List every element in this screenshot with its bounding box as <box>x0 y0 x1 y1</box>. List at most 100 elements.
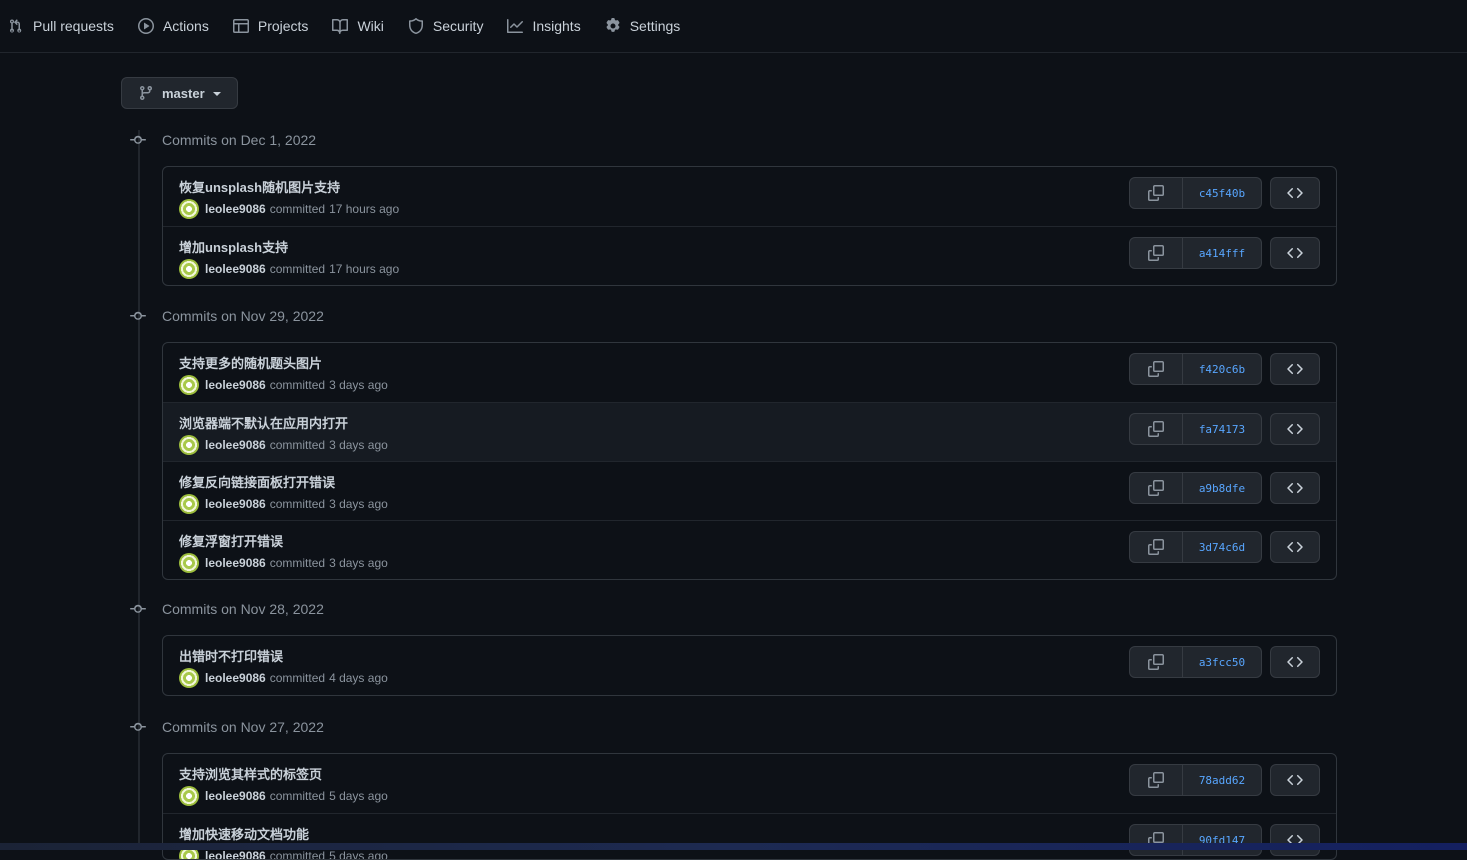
commit-message-link[interactable]: 修复浮窗打开错误 <box>179 531 283 550</box>
copy-sha-button[interactable] <box>1129 472 1183 504</box>
commit-sha-link[interactable]: c45f40b <box>1183 177 1262 209</box>
commit-author-link[interactable]: leolee9086 <box>205 556 266 570</box>
tab-actions[interactable]: Actions <box>137 0 209 53</box>
commit-verb: committed <box>269 671 326 685</box>
commit-message-link[interactable]: 恢复unsplash随机图片支持 <box>179 177 340 196</box>
copy-sha-button[interactable] <box>1129 764 1183 796</box>
commit-message-link[interactable]: 增加快速移动文档功能 <box>179 824 309 843</box>
commit-actions: a3fcc50 <box>1129 646 1320 678</box>
commit-group-date: Commits on Nov 29, 2022 <box>162 308 324 324</box>
commit-row: 修复浮窗打开错误 leolee9086 committed 3 days ago 3d7… <box>163 520 1336 579</box>
browse-files-button[interactable] <box>1270 646 1320 678</box>
commit-message-link[interactable]: 支持浏览其样式的标签页 <box>179 764 322 783</box>
commit-group-date: Commits on Nov 28, 2022 <box>162 601 324 617</box>
commit-sha-link[interactable]: a414fff <box>1183 237 1262 269</box>
commit-message-link[interactable]: 支持更多的随机题头图片 <box>179 353 322 372</box>
caret-down-icon <box>212 92 221 96</box>
copy-sha-button[interactable] <box>1129 531 1183 563</box>
browse-files-button[interactable] <box>1270 237 1320 269</box>
avatar[interactable] <box>179 494 199 514</box>
commit-verb: committed <box>269 262 326 276</box>
commit-actions: 78add62 <box>1129 764 1320 796</box>
browse-files-button[interactable] <box>1270 472 1320 504</box>
commit-verb: committed <box>269 202 326 216</box>
copy-sha-button[interactable] <box>1129 413 1183 445</box>
commit-author-link[interactable]: leolee9086 <box>205 497 266 511</box>
browse-files-button[interactable] <box>1270 764 1320 796</box>
tab-label: Wiki <box>357 18 384 34</box>
browse-files-button[interactable] <box>1270 413 1320 445</box>
copy-icon <box>1148 421 1164 437</box>
copy-sha-button[interactable] <box>1129 353 1183 385</box>
commit-timeline <box>138 130 140 850</box>
commit-author-link[interactable]: leolee9086 <box>205 202 266 216</box>
tab-label: Settings <box>629 18 681 34</box>
copy-icon <box>1148 245 1164 261</box>
copy-sha-button[interactable] <box>1129 646 1183 678</box>
commit-verb: committed <box>269 497 326 511</box>
commit-meta: leolee9086 committed 17 hours ago <box>179 199 399 219</box>
copy-sha-button[interactable] <box>1129 177 1183 209</box>
commit-message-link[interactable]: 浏览器端不默认在应用内打开 <box>179 413 348 432</box>
commit-relative-time: 5 days ago <box>329 849 388 860</box>
browse-files-button[interactable] <box>1270 531 1320 563</box>
tab-wiki[interactable]: Wiki <box>332 0 384 53</box>
commit-meta: leolee9086 committed 3 days ago <box>179 375 388 395</box>
commit-sha-link[interactable]: 78add62 <box>1183 764 1262 796</box>
tab-security[interactable]: Security <box>408 0 483 53</box>
tab-pull-requests[interactable]: Pull requests <box>8 0 114 53</box>
code-icon <box>1287 363 1303 375</box>
avatar[interactable] <box>179 668 199 688</box>
commit-verb: committed <box>269 438 326 452</box>
commit-actions: fa74173 <box>1129 413 1320 445</box>
commit-group-header: Commits on Nov 29, 2022 <box>130 306 324 326</box>
commit-message-link[interactable]: 增加unsplash支持 <box>179 237 288 256</box>
commit-author-link[interactable]: leolee9086 <box>205 849 266 859</box>
commit-sha-link[interactable]: 3d74c6d <box>1183 531 1262 563</box>
commit-actions: c45f40b <box>1129 177 1320 209</box>
avatar[interactable] <box>179 259 199 279</box>
tab-label: Actions <box>162 18 209 34</box>
commit-sha-link[interactable]: 90fd147 <box>1183 824 1262 856</box>
avatar[interactable] <box>179 435 199 455</box>
avatar[interactable] <box>179 199 199 219</box>
tab-projects[interactable]: Projects <box>232 0 308 53</box>
browse-files-button[interactable] <box>1270 824 1320 856</box>
tab-settings[interactable]: Settings <box>605 0 681 53</box>
tab-insights[interactable]: Insights <box>507 0 581 53</box>
commit-verb: committed <box>269 849 326 860</box>
copy-icon <box>1148 772 1164 788</box>
branch-select-button[interactable]: master <box>121 77 238 109</box>
commit-author-link[interactable]: leolee9086 <box>205 671 266 685</box>
browse-files-button[interactable] <box>1270 353 1320 385</box>
commit-sha-link[interactable]: a3fcc50 <box>1183 646 1262 678</box>
tab-label: Pull requests <box>33 18 114 34</box>
copy-icon <box>1148 654 1164 670</box>
commit-row: 支持浏览其样式的标签页 leolee9086 committed 5 days ago… <box>163 754 1336 813</box>
commit-row: 出错时不打印错误 leolee9086 committed 4 days ago a3f… <box>163 636 1336 695</box>
commit-meta: leolee9086 committed 3 days ago <box>179 435 388 455</box>
commit-author-link[interactable]: leolee9086 <box>205 378 266 392</box>
avatar[interactable] <box>179 786 199 806</box>
copy-sha-button[interactable] <box>1129 824 1183 856</box>
commit-message-link[interactable]: 出错时不打印错误 <box>179 646 283 665</box>
commit-sha-link[interactable]: fa74173 <box>1183 413 1262 445</box>
copy-icon <box>1148 539 1164 555</box>
browse-files-button[interactable] <box>1270 177 1320 209</box>
avatar[interactable] <box>179 375 199 395</box>
graph-icon <box>507 19 524 33</box>
commit-verb: committed <box>269 556 326 570</box>
commit-author-link[interactable]: leolee9086 <box>205 438 266 452</box>
commit-sha-link[interactable]: f420c6b <box>1183 353 1262 385</box>
code-icon <box>1287 187 1303 199</box>
commit-sha-link[interactable]: a9b8dfe <box>1183 472 1262 504</box>
copy-sha-button[interactable] <box>1129 237 1183 269</box>
commit-author-link[interactable]: leolee9086 <box>205 789 266 803</box>
commit-row: 增加快速移动文档功能 leolee9086 committed 5 days ago 9… <box>163 813 1336 860</box>
commit-message-link[interactable]: 修复反向链接面板打开错误 <box>179 472 335 491</box>
commit-relative-time: 3 days ago <box>329 556 388 570</box>
commit-row: 浏览器端不默认在应用内打开 leolee9086 committed 3 days a… <box>163 402 1336 461</box>
avatar[interactable] <box>179 553 199 573</box>
commit-author-link[interactable]: leolee9086 <box>205 262 266 276</box>
gear-icon <box>606 18 620 32</box>
